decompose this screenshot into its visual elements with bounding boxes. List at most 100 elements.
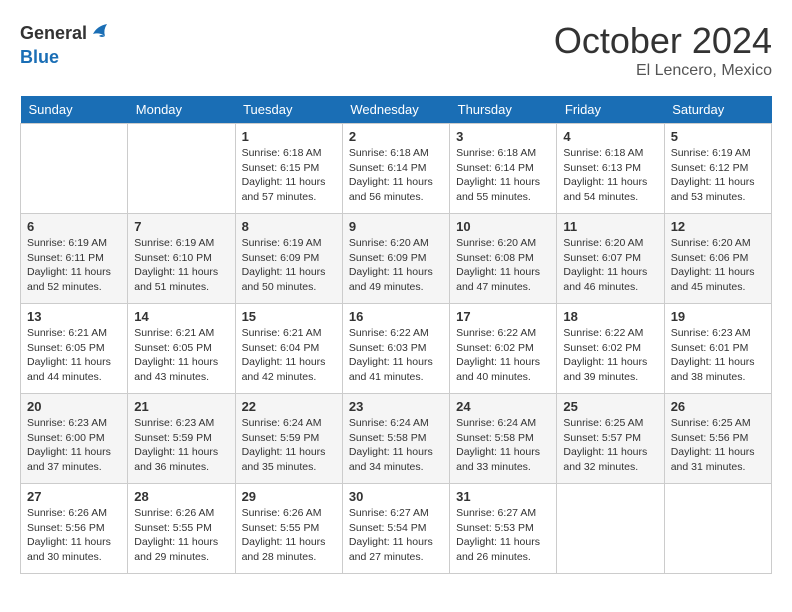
day-number: 3 — [456, 129, 550, 144]
calendar-week-row: 1 Sunrise: 6:18 AMSunset: 6:15 PMDaylight… — [21, 124, 772, 214]
day-info: Sunrise: 6:27 AMSunset: 5:53 PMDaylight:… — [456, 506, 550, 565]
weekday-header-sunday: Sunday — [21, 96, 128, 124]
day-number: 29 — [242, 489, 336, 504]
calendar-cell: 21 Sunrise: 6:23 AMSunset: 5:59 PMDayligh… — [128, 394, 235, 484]
day-info: Sunrise: 6:18 AMSunset: 6:14 PMDaylight:… — [456, 146, 550, 205]
day-info: Sunrise: 6:21 AMSunset: 6:04 PMDaylight:… — [242, 326, 336, 385]
day-info: Sunrise: 6:26 AMSunset: 5:56 PMDaylight:… — [27, 506, 121, 565]
day-info: Sunrise: 6:26 AMSunset: 5:55 PMDaylight:… — [242, 506, 336, 565]
day-number: 6 — [27, 219, 121, 234]
calendar-cell: 13 Sunrise: 6:21 AMSunset: 6:05 PMDayligh… — [21, 304, 128, 394]
day-info: Sunrise: 6:24 AMSunset: 5:58 PMDaylight:… — [349, 416, 443, 475]
calendar-cell: 19Sunrise: 6:23 AMSunset: 6:01 PMDayligh… — [664, 304, 771, 394]
calendar-table: SundayMondayTuesdayWednesdayThursdayFrid… — [20, 96, 772, 574]
calendar-cell: 20Sunrise: 6:23 AMSunset: 6:00 PMDayligh… — [21, 394, 128, 484]
calendar-week-row: 27 Sunrise: 6:26 AMSunset: 5:56 PMDayligh… — [21, 484, 772, 574]
page-header: General Blue October 2024 El Lencero, Me… — [20, 20, 772, 80]
day-number: 7 — [134, 219, 228, 234]
calendar-cell: 6Sunrise: 6:19 AMSunset: 6:11 PMDaylight… — [21, 214, 128, 304]
day-info: Sunrise: 6:27 AMSunset: 5:54 PMDaylight:… — [349, 506, 443, 565]
calendar-cell: 31 Sunrise: 6:27 AMSunset: 5:53 PMDayligh… — [450, 484, 557, 574]
calendar-cell: 3 Sunrise: 6:18 AMSunset: 6:14 PMDaylight… — [450, 124, 557, 214]
calendar-cell: 26 Sunrise: 6:25 AMSunset: 5:56 PMDayligh… — [664, 394, 771, 484]
weekday-header-saturday: Saturday — [664, 96, 771, 124]
logo-bird-icon — [89, 20, 111, 48]
calendar-cell: 29 Sunrise: 6:26 AMSunset: 5:55 PMDayligh… — [235, 484, 342, 574]
calendar-cell: 27 Sunrise: 6:26 AMSunset: 5:56 PMDayligh… — [21, 484, 128, 574]
calendar-cell: 8Sunrise: 6:19 AMSunset: 6:09 PMDaylight… — [235, 214, 342, 304]
day-number: 26 — [671, 399, 765, 414]
logo-general: General — [20, 24, 87, 44]
calendar-week-row: 13 Sunrise: 6:21 AMSunset: 6:05 PMDayligh… — [21, 304, 772, 394]
day-number: 23 — [349, 399, 443, 414]
calendar-cell: 11 Sunrise: 6:20 AMSunset: 6:07 PMDayligh… — [557, 214, 664, 304]
calendar-cell: 30 Sunrise: 6:27 AMSunset: 5:54 PMDayligh… — [342, 484, 449, 574]
day-number: 5 — [671, 129, 765, 144]
calendar-cell: 18 Sunrise: 6:22 AMSunset: 6:02 PMDayligh… — [557, 304, 664, 394]
calendar-cell: 7 Sunrise: 6:19 AMSunset: 6:10 PMDaylight… — [128, 214, 235, 304]
calendar-cell: 15 Sunrise: 6:21 AMSunset: 6:04 PMDayligh… — [235, 304, 342, 394]
day-info: Sunrise: 6:23 AMSunset: 5:59 PMDaylight:… — [134, 416, 228, 475]
day-number: 22 — [242, 399, 336, 414]
day-number: 10 — [456, 219, 550, 234]
calendar-cell: 12Sunrise: 6:20 AMSunset: 6:06 PMDayligh… — [664, 214, 771, 304]
day-info: Sunrise: 6:19 AMSunset: 6:10 PMDaylight:… — [134, 236, 228, 295]
weekday-header-monday: Monday — [128, 96, 235, 124]
day-number: 11 — [563, 219, 657, 234]
day-number: 25 — [563, 399, 657, 414]
day-info: Sunrise: 6:18 AMSunset: 6:13 PMDaylight:… — [563, 146, 657, 205]
day-number: 15 — [242, 309, 336, 324]
calendar-cell: 5 Sunrise: 6:19 AMSunset: 6:12 PMDaylight… — [664, 124, 771, 214]
location: El Lencero, Mexico — [554, 62, 772, 80]
calendar-cell: 9Sunrise: 6:20 AMSunset: 6:09 PMDaylight… — [342, 214, 449, 304]
day-number: 2 — [349, 129, 443, 144]
day-number: 24 — [456, 399, 550, 414]
calendar-cell: 17Sunrise: 6:22 AMSunset: 6:02 PMDayligh… — [450, 304, 557, 394]
day-info: Sunrise: 6:24 AMSunset: 5:59 PMDaylight:… — [242, 416, 336, 475]
day-number: 21 — [134, 399, 228, 414]
weekday-header-wednesday: Wednesday — [342, 96, 449, 124]
day-info: Sunrise: 6:20 AMSunset: 6:09 PMDaylight:… — [349, 236, 443, 295]
day-info: Sunrise: 6:20 AMSunset: 6:07 PMDaylight:… — [563, 236, 657, 295]
day-number: 31 — [456, 489, 550, 504]
day-info: Sunrise: 6:22 AMSunset: 6:03 PMDaylight:… — [349, 326, 443, 385]
calendar-week-row: 6Sunrise: 6:19 AMSunset: 6:11 PMDaylight… — [21, 214, 772, 304]
day-info: Sunrise: 6:22 AMSunset: 6:02 PMDaylight:… — [563, 326, 657, 385]
day-number: 18 — [563, 309, 657, 324]
day-info: Sunrise: 6:20 AMSunset: 6:08 PMDaylight:… — [456, 236, 550, 295]
day-number: 16 — [349, 309, 443, 324]
calendar-cell: 14 Sunrise: 6:21 AMSunset: 6:05 PMDayligh… — [128, 304, 235, 394]
day-info: Sunrise: 6:19 AMSunset: 6:12 PMDaylight:… — [671, 146, 765, 205]
calendar-cell: 25Sunrise: 6:25 AMSunset: 5:57 PMDayligh… — [557, 394, 664, 484]
day-info: Sunrise: 6:21 AMSunset: 6:05 PMDaylight:… — [27, 326, 121, 385]
calendar-cell — [128, 124, 235, 214]
day-info: Sunrise: 6:18 AMSunset: 6:15 PMDaylight:… — [242, 146, 336, 205]
day-number: 4 — [563, 129, 657, 144]
day-info: Sunrise: 6:23 AMSunset: 6:00 PMDaylight:… — [27, 416, 121, 475]
day-number: 8 — [242, 219, 336, 234]
calendar-cell — [557, 484, 664, 574]
day-number: 30 — [349, 489, 443, 504]
calendar-cell: 1 Sunrise: 6:18 AMSunset: 6:15 PMDaylight… — [235, 124, 342, 214]
calendar-cell — [21, 124, 128, 214]
day-number: 13 — [27, 309, 121, 324]
calendar-cell: 22 Sunrise: 6:24 AMSunset: 5:59 PMDayligh… — [235, 394, 342, 484]
day-number: 27 — [27, 489, 121, 504]
calendar-week-row: 20Sunrise: 6:23 AMSunset: 6:00 PMDayligh… — [21, 394, 772, 484]
weekday-header-row: SundayMondayTuesdayWednesdayThursdayFrid… — [21, 96, 772, 124]
logo: General Blue — [20, 20, 111, 68]
weekday-header-thursday: Thursday — [450, 96, 557, 124]
title-block: October 2024 El Lencero, Mexico — [554, 20, 772, 80]
day-number: 1 — [242, 129, 336, 144]
day-number: 28 — [134, 489, 228, 504]
day-info: Sunrise: 6:25 AMSunset: 5:56 PMDaylight:… — [671, 416, 765, 475]
day-info: Sunrise: 6:21 AMSunset: 6:05 PMDaylight:… — [134, 326, 228, 385]
calendar-cell: 24 Sunrise: 6:24 AMSunset: 5:58 PMDayligh… — [450, 394, 557, 484]
day-info: Sunrise: 6:24 AMSunset: 5:58 PMDaylight:… — [456, 416, 550, 475]
weekday-header-friday: Friday — [557, 96, 664, 124]
month-title: October 2024 — [554, 20, 772, 62]
day-info: Sunrise: 6:18 AMSunset: 6:14 PMDaylight:… — [349, 146, 443, 205]
calendar-cell: 4 Sunrise: 6:18 AMSunset: 6:13 PMDaylight… — [557, 124, 664, 214]
day-number: 14 — [134, 309, 228, 324]
calendar-cell: 23 Sunrise: 6:24 AMSunset: 5:58 PMDayligh… — [342, 394, 449, 484]
